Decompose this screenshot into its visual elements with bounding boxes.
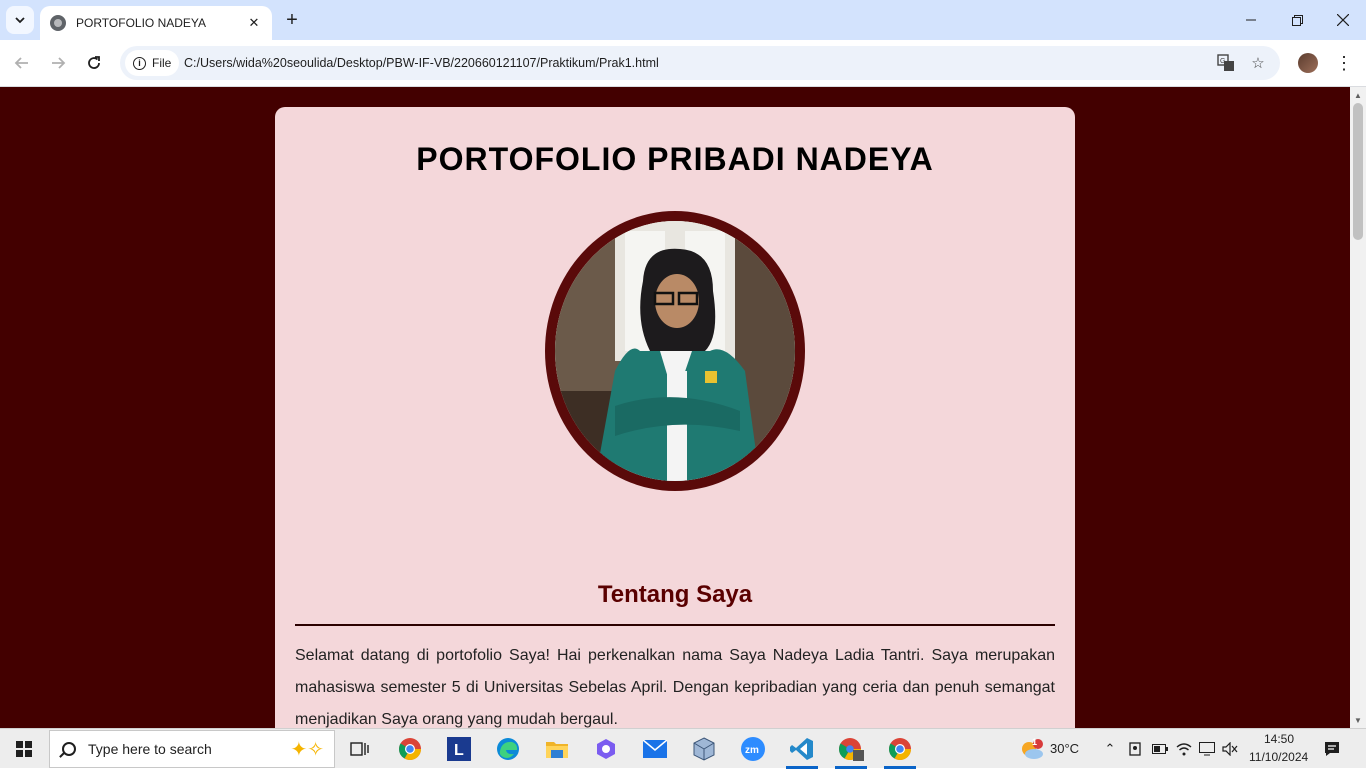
vertical-scrollbar[interactable]: ▲ ▼ <box>1350 87 1366 728</box>
chip-label: File <box>152 56 172 70</box>
meet-now-icon[interactable] <box>1125 739 1145 759</box>
tab-title: PORTOFOLIO NADEYA <box>76 16 207 30</box>
profile-photo <box>545 211 805 491</box>
translate-icon[interactable]: G <box>1216 53 1236 73</box>
address-bar[interactable]: i File C:/Users/wida%20seoulida/Desktop/… <box>120 46 1280 80</box>
taskbar-search-placeholder: Type here to search <box>88 741 212 757</box>
clock-time[interactable]: 14:50 <box>1264 732 1294 746</box>
notifications-icon[interactable] <box>1322 739 1342 759</box>
svg-text:G: G <box>1220 58 1225 65</box>
chrome-profile-icon[interactable] <box>831 733 871 769</box>
site-info-chip[interactable]: i File <box>125 50 180 76</box>
restore-button[interactable] <box>1274 0 1320 40</box>
new-tab-button[interactable]: + <box>280 8 304 32</box>
display-icon[interactable] <box>1197 739 1217 759</box>
copilot-icon[interactable] <box>586 733 626 765</box>
zoom-icon[interactable]: zm <box>733 733 773 765</box>
back-button[interactable] <box>8 49 36 77</box>
restore-icon <box>1291 14 1303 26</box>
reload-button[interactable] <box>80 49 108 77</box>
url-text[interactable]: C:/Users/wida%20seoulida/Desktop/PBW-IF-… <box>184 56 659 70</box>
taskbar-search[interactable]: Type here to search ✦✧ <box>49 730 335 768</box>
browser-toolbar: i File C:/Users/wida%20seoulida/Desktop/… <box>0 40 1366 87</box>
info-icon: i <box>133 56 146 70</box>
task-view-icon[interactable] <box>340 733 380 765</box>
clock-date[interactable]: 11/10/2024 <box>1249 750 1308 764</box>
start-button[interactable] <box>0 729 48 769</box>
chevron-down-icon <box>15 17 25 24</box>
back-arrow-icon <box>14 57 28 69</box>
reload-icon <box>88 56 100 69</box>
sparkle-icon: ✦✧ <box>290 739 324 761</box>
bookmark-star-icon[interactable]: ☆ <box>1248 53 1268 73</box>
close-window-button[interactable] <box>1320 0 1366 40</box>
close-icon <box>1337 14 1349 26</box>
chrome-icon[interactable] <box>390 733 430 765</box>
chevron-up-icon[interactable]: ⌃ <box>1100 739 1120 759</box>
wifi-icon[interactable] <box>1174 739 1194 759</box>
weather-badge: 1 <box>1032 737 1038 747</box>
close-tab-icon[interactable]: ✕ <box>246 15 262 31</box>
search-icon <box>62 742 76 756</box>
person-photo-illustration <box>555 221 795 481</box>
edge-icon[interactable] <box>488 733 528 765</box>
portfolio-card: PORTOFOLIO PRIBADI NADEYA Tentang Saya S… <box>275 107 1075 728</box>
volume-muted-icon[interactable] <box>1220 739 1240 759</box>
mail-icon[interactable] <box>635 733 675 765</box>
windows-logo-icon <box>16 741 32 757</box>
battery-icon[interactable] <box>1150 739 1170 759</box>
scroll-thumb[interactable] <box>1353 103 1363 240</box>
page-title: PORTOFOLIO PRIBADI NADEYA <box>416 141 934 177</box>
file-explorer-icon[interactable] <box>537 733 577 765</box>
about-paragraph: Selamat datang di portofolio Saya! Hai p… <box>295 647 1055 728</box>
forward-arrow-icon <box>52 57 66 69</box>
section-divider <box>295 624 1055 626</box>
minimize-button[interactable] <box>1228 0 1274 40</box>
browser-menu-icon[interactable]: ⋮ <box>1334 51 1354 75</box>
globe-icon <box>50 15 66 31</box>
forward-button[interactable] <box>44 49 72 77</box>
minimize-icon <box>1246 19 1256 21</box>
svg-text:zm: zm <box>745 745 759 756</box>
active-tab[interactable]: PORTOFOLIO NADEYA ✕ <box>40 6 272 40</box>
about-heading: Tentang Saya <box>597 581 753 608</box>
scroll-up-arrow-icon[interactable]: ▲ <box>1350 87 1366 103</box>
windows-taskbar: Type here to search ✦✧ L zm 1 30°C ⌃ 14:… <box>0 728 1366 769</box>
profile-avatar[interactable] <box>1298 53 1318 73</box>
l-app-icon[interactable]: L <box>439 733 479 765</box>
vscode-icon[interactable] <box>782 733 822 769</box>
page-viewport: PORTOFOLIO PRIBADI NADEYA Tentang Saya S… <box>0 87 1350 728</box>
scroll-down-arrow-icon[interactable]: ▼ <box>1350 712 1366 728</box>
weather-temperature[interactable]: 30°C <box>1050 741 1079 756</box>
tab-strip: PORTOFOLIO NADEYA ✕ + <box>0 0 1366 40</box>
tab-search-button[interactable] <box>6 6 34 34</box>
chrome-active-icon[interactable] <box>880 733 920 769</box>
svg-text:L: L <box>454 742 464 759</box>
cube-app-icon[interactable] <box>684 733 724 765</box>
